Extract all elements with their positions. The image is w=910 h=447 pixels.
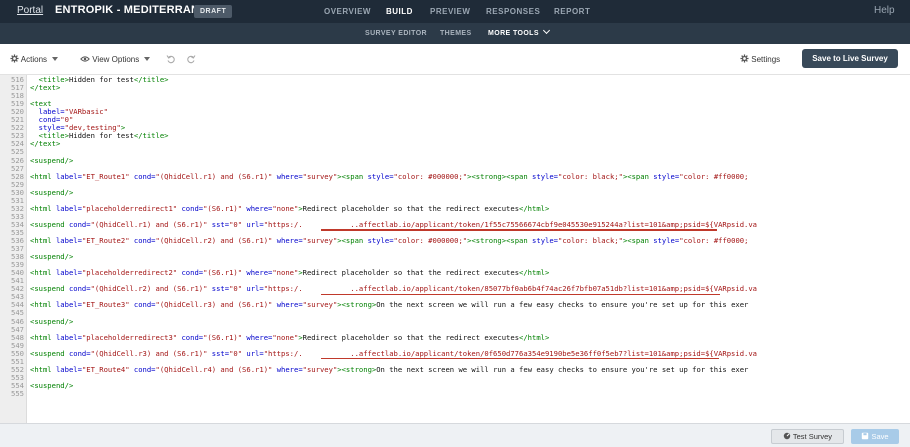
code-line: 534 <suspend cond="(QhidCell.r1) and (S6.… bbox=[0, 219, 910, 229]
code-text: <html label="placeholderredirect2" cond=… bbox=[30, 268, 550, 278]
gauge-icon bbox=[783, 432, 791, 440]
code-text: <html label="ET_Route4" cond="(QhidCell.… bbox=[30, 364, 749, 374]
url-underline-mark bbox=[321, 229, 717, 231]
nav-report[interactable]: REPORT bbox=[554, 7, 590, 16]
code-text: </text> bbox=[30, 139, 61, 149]
code-line: 520 label="VARbasic" bbox=[0, 108, 910, 116]
code-line: 523 <title>Hidden for test</title> bbox=[0, 132, 910, 140]
url-underline-mark bbox=[321, 293, 720, 295]
code-text: <suspend/> bbox=[30, 316, 74, 326]
code-line: 518 bbox=[0, 92, 910, 100]
code-line: 532 <html label="placeholderredirect1" co… bbox=[0, 203, 910, 213]
view-options-dropdown[interactable]: View Options bbox=[80, 55, 151, 64]
tab-survey-editor[interactable]: SURVEY EDITOR bbox=[365, 30, 427, 37]
save-label: Save bbox=[871, 432, 889, 441]
test-survey-button[interactable]: Test Survey bbox=[771, 429, 844, 444]
build-sub-navigation: SURVEY EDITOR THEMES MORE TOOLS bbox=[0, 23, 910, 44]
nav-overview[interactable]: OVERVIEW bbox=[324, 7, 371, 16]
save-to-live-survey-button[interactable]: Save to Live Survey bbox=[802, 49, 898, 68]
code-line: 536 <html label="ET_Route2" cond="(QhidCe… bbox=[0, 237, 910, 245]
code-line: 548 <html label="placeholderredirect3" co… bbox=[0, 332, 910, 342]
code-line: 521 cond="0" bbox=[0, 116, 910, 124]
code-text: <suspend/> bbox=[30, 187, 74, 197]
help-link[interactable]: Help bbox=[874, 5, 895, 16]
save-button[interactable]: Save bbox=[851, 429, 899, 444]
line-number: 555 bbox=[11, 388, 24, 398]
gear-icon bbox=[740, 54, 749, 63]
code-text: <suspend/> bbox=[30, 155, 74, 165]
undo-icon[interactable] bbox=[166, 54, 176, 67]
code-line: 516 <title>Hidden for test</title> bbox=[0, 76, 910, 84]
code-line: 552 <html label="ET_Route4" cond="(QhidCe… bbox=[0, 364, 910, 374]
code-text: <html label="ET_Route1" cond="(QhidCell.… bbox=[30, 171, 749, 181]
eye-icon bbox=[80, 56, 90, 62]
test-survey-label: Test Survey bbox=[792, 432, 833, 441]
redo-icon[interactable] bbox=[186, 54, 196, 67]
code-line: 530 <suspend/> bbox=[0, 187, 910, 197]
code-line: 540 <html label="placeholderredirect2" co… bbox=[0, 269, 910, 277]
code-line: 545 bbox=[0, 309, 910, 317]
code-line: 528 <html label="ET_Route1" cond="(QhidCe… bbox=[0, 171, 910, 181]
caret-down-icon bbox=[52, 57, 59, 61]
view-options-label: View Options bbox=[92, 55, 140, 64]
code-text: <html label="ET_Route2" cond="(QhidCell.… bbox=[30, 236, 749, 245]
code-line: 537 bbox=[0, 245, 910, 253]
settings-button[interactable]: Settings bbox=[740, 54, 781, 64]
code-text: <html label="placeholderredirect3" cond=… bbox=[30, 332, 550, 342]
code-line: 529 bbox=[0, 180, 910, 189]
code-line: 517 </text> bbox=[0, 84, 910, 92]
project-title[interactable]: ENTROPIK - MEDITERRANE... bbox=[55, 4, 216, 16]
code-line: 553 bbox=[0, 373, 910, 382]
code-line: 538 <suspend/> bbox=[0, 253, 910, 261]
code-line: 544 <html label="ET_Route3" cond="(QhidCe… bbox=[0, 301, 910, 309]
chevron-down-icon bbox=[542, 26, 550, 35]
xml-code-editor[interactable]: 516 <title>Hidden for test</title> 517 </t… bbox=[0, 75, 910, 423]
tab-more-tools-label: MORE TOOLS bbox=[488, 30, 539, 37]
code-line: 550 <suspend cond="(QhidCell.r3) and (S6.… bbox=[0, 348, 910, 358]
code-text: </text> bbox=[30, 83, 61, 93]
nav-responses[interactable]: RESPONSES bbox=[486, 7, 540, 16]
code-line: 526 <suspend/> bbox=[0, 155, 910, 165]
code-text: <suspend cond="(QhidCell.r2) and (S6.r1)… bbox=[30, 284, 758, 294]
nav-build[interactable]: BUILD bbox=[386, 7, 413, 16]
actions-label: Actions bbox=[20, 55, 48, 64]
code-line: 519 <text bbox=[0, 100, 910, 108]
code-line: 546 <suspend/> bbox=[0, 316, 910, 326]
top-navigation-bar: Portal ENTROPIK - MEDITERRANE... DRAFT O… bbox=[0, 0, 910, 23]
code-line: 542 <suspend cond="(QhidCell.r2) and (S6.… bbox=[0, 285, 910, 293]
settings-label: Settings bbox=[751, 55, 781, 64]
code-text: <suspend/> bbox=[30, 380, 74, 390]
nav-preview[interactable]: PREVIEW bbox=[430, 7, 470, 16]
code-text: <suspend/> bbox=[30, 252, 74, 262]
actions-dropdown[interactable]: Actions bbox=[10, 54, 59, 64]
code-text: <suspend cond="(QhidCell.r1) and (S6.r1)… bbox=[30, 219, 758, 229]
url-underline-mark bbox=[321, 357, 719, 360]
code-text: <html label="placeholderredirect1" cond=… bbox=[30, 203, 550, 213]
tab-themes[interactable]: THEMES bbox=[440, 30, 472, 37]
draft-badge: DRAFT bbox=[194, 5, 233, 18]
portal-link[interactable]: Portal bbox=[17, 5, 43, 16]
code-text: <html label="ET_Route3" cond="(QhidCell.… bbox=[30, 300, 749, 310]
code-text: <suspend cond="(QhidCell.r3) and (S6.r1)… bbox=[30, 348, 758, 358]
code-line: 555 bbox=[0, 388, 910, 398]
tab-more-tools[interactable]: MORE TOOLS bbox=[488, 26, 550, 37]
editor-footer: Test Survey Save bbox=[0, 423, 910, 447]
editor-toolbar: Actions View Options Settings Save to Li… bbox=[0, 44, 910, 75]
code-line: 525 bbox=[0, 148, 910, 156]
gear-icon bbox=[10, 54, 19, 63]
code-line: 524 </text> bbox=[0, 140, 910, 148]
floppy-disk-icon bbox=[862, 432, 869, 440]
code-line: 554 <suspend/> bbox=[0, 380, 910, 390]
caret-down-icon bbox=[144, 57, 151, 61]
